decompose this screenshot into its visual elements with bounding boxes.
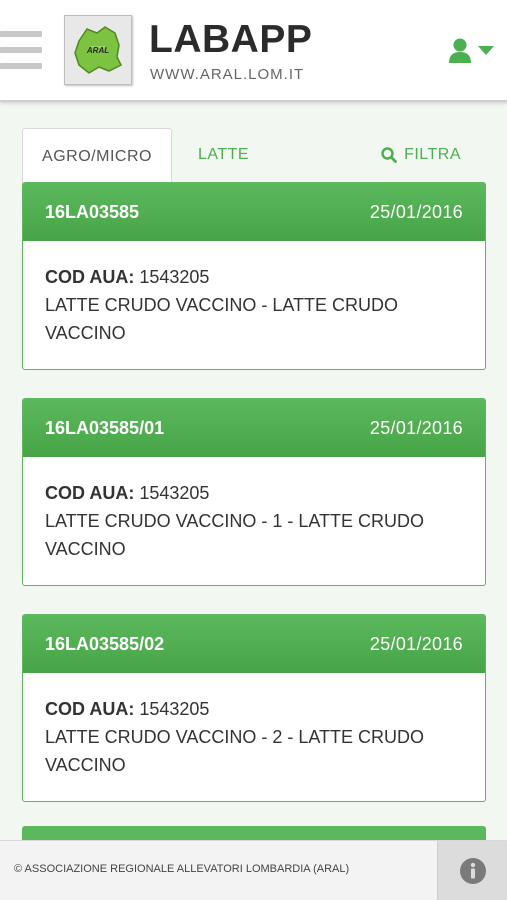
card-body: COD AUA: 1543205 LATTE CRUDO VACCINO - 1… [23, 457, 485, 585]
cod-aua-value: 1543205 [139, 483, 210, 503]
logo-text: ARAL [86, 45, 110, 55]
card-header: 16LA03585 25/01/2016 [23, 183, 485, 241]
card-body: COD AUA: 1543205 LATTE CRUDO VACCINO - L… [23, 241, 485, 369]
app-title: LABAPP [149, 18, 313, 61]
cod-aua-value: 1543205 [139, 267, 210, 287]
tab-latte[interactable]: LATTE [198, 128, 249, 182]
cod-aua-label: COD AUA: [45, 699, 135, 719]
user-menu-button[interactable] [448, 36, 502, 66]
sample-description: LATTE CRUDO VACCINO - 2 - LATTE CRUDO VA… [45, 727, 425, 775]
sample-date: 25/01/2016 [369, 417, 463, 438]
info-button[interactable] [437, 841, 507, 900]
card-header: 16LA03585/02 25/01/2016 [23, 615, 485, 673]
tab-agro-micro[interactable]: AGRO/MICRO [22, 128, 172, 184]
user-icon [449, 38, 471, 63]
footer: © ASSOCIAZIONE REGIONALE ALLEVATORI LOMB… [0, 840, 507, 900]
cod-aua-label: COD AUA: [45, 267, 135, 287]
tab-bar: AGRO/MICRO LATTE FILTRA [22, 128, 486, 184]
sample-list: 16LA03585 25/01/2016 COD AUA: 1543205 LA… [22, 182, 486, 830]
app-header: ARAL LABAPP WWW.ARAL.LOM.IT [0, 0, 507, 102]
card-header: 16LA03585/01 25/01/2016 [23, 399, 485, 457]
filter-label: FILTRA [404, 146, 461, 163]
aral-logo: ARAL [64, 15, 132, 85]
sample-card[interactable]: 16LA03585/02 25/01/2016 COD AUA: 1543205… [22, 614, 486, 802]
card-body: COD AUA: 1543205 LATTE CRUDO VACCINO - 2… [23, 673, 485, 801]
app-url: WWW.ARAL.LOM.IT [150, 66, 305, 83]
sample-card[interactable]: 16LA03585/01 25/01/2016 COD AUA: 1543205… [22, 398, 486, 586]
sample-code: 16LA03585/02 [45, 633, 165, 654]
hamburger-menu-icon[interactable] [0, 31, 44, 69]
footer-copyright: © ASSOCIAZIONE REGIONALE ALLEVATORI LOMB… [14, 863, 350, 875]
sample-card[interactable]: 16LA03585 25/01/2016 COD AUA: 1543205 LA… [22, 182, 486, 370]
sample-date: 25/01/2016 [369, 201, 463, 222]
sample-code: 16LA03585/01 [45, 417, 165, 438]
caret-down-icon [478, 46, 494, 55]
sample-description: LATTE CRUDO VACCINO - LATTE CRUDO VACCIN… [45, 295, 399, 343]
sample-date: 25/01/2016 [369, 633, 463, 654]
sample-code: 16LA03585 [45, 201, 140, 222]
info-icon [459, 858, 486, 884]
search-icon [381, 147, 397, 163]
cod-aua-value: 1543205 [139, 699, 210, 719]
cod-aua-label: COD AUA: [45, 483, 135, 503]
filter-button[interactable]: FILTRA [381, 128, 461, 182]
sample-description: LATTE CRUDO VACCINO - 1 - LATTE CRUDO VA… [45, 511, 425, 559]
